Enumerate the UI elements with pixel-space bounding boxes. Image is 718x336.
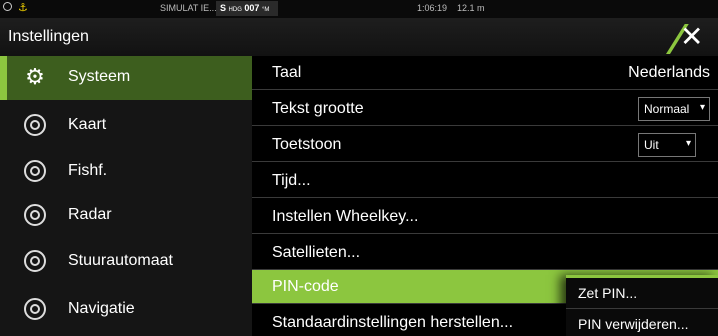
- close-icon: ✕: [680, 21, 704, 52]
- fish-finder-icon: [24, 160, 46, 182]
- sidebar-item-label: Systeem: [68, 68, 131, 85]
- status-bar: ⚓ SIMULAT IE... S HDG 007 °M 1:06:19 12.…: [0, 0, 718, 18]
- chevron-down-icon: ▾: [685, 138, 691, 149]
- setting-label: Toetstoon: [272, 136, 342, 153]
- sidebar-item-radar[interactable]: Radar: [0, 194, 252, 238]
- settings-sidebar: ⚙ Systeem Kaart Fishf. Radar Stuurautoma…: [0, 56, 252, 336]
- dropdown-value: Uit: [644, 138, 659, 152]
- heading-value: 007: [244, 3, 260, 13]
- navigation-compass-icon: [24, 298, 46, 320]
- setting-label: PIN-code: [272, 278, 339, 295]
- chart-globe-icon: [24, 114, 46, 136]
- heading-prefix: S: [220, 3, 227, 13]
- setting-label: Satellieten...: [272, 244, 361, 261]
- setting-row-toetstoon[interactable]: Toetstoon Uit ▾: [252, 128, 718, 162]
- page-title: Instellingen: [8, 28, 89, 45]
- setting-row-satellieten[interactable]: Satellieten...: [252, 236, 718, 270]
- language-value: Nederlands: [628, 64, 710, 81]
- sidebar-item-stuurautomaat[interactable]: Stuurautomaat: [0, 240, 252, 284]
- setting-label: Tekst grootte: [272, 100, 364, 117]
- setting-label: Tijd...: [272, 172, 311, 189]
- chevron-down-icon: ▾: [699, 102, 705, 113]
- sidebar-item-label: Radar: [68, 206, 112, 223]
- sidebar-item-label: Stuurautomaat: [68, 252, 173, 269]
- setting-row-wheelkey[interactable]: Instellen Wheelkey...: [252, 200, 718, 234]
- radar-icon: [24, 204, 46, 226]
- setting-row-tijd[interactable]: Tijd...: [252, 164, 718, 198]
- setting-row-taal[interactable]: Taal Nederlands: [252, 56, 718, 90]
- sidebar-item-fishf[interactable]: Fishf.: [0, 150, 252, 194]
- autopilot-wheel-icon: [24, 250, 46, 272]
- remove-pin-menu-item[interactable]: PIN verwijderen...: [566, 308, 718, 336]
- sidebar-item-label: Fishf.: [68, 162, 108, 179]
- heading-readout: S HDG 007 °M: [216, 1, 278, 16]
- depth-readout: 12.1 m: [457, 3, 485, 13]
- sidebar-item-kaart[interactable]: Kaart: [0, 104, 252, 148]
- anchor-icon: ⚓: [18, 2, 28, 14]
- key-beep-dropdown[interactable]: Uit ▾: [638, 133, 696, 157]
- gps-icon: [3, 2, 12, 11]
- dropdown-value: Normaal: [644, 102, 690, 116]
- sidebar-item-label: Navigatie: [68, 300, 135, 317]
- heading-unit: °M: [261, 7, 270, 13]
- sidebar-item-label: Kaart: [68, 116, 107, 133]
- simulation-indicator: SIMULAT IE...: [160, 3, 217, 13]
- setting-label: Instellen Wheelkey...: [272, 208, 419, 225]
- setting-row-tekst-grootte[interactable]: Tekst grootte Normaal ▾: [252, 92, 718, 126]
- heading-label: HDG: [228, 7, 242, 13]
- clock-time: 1:06:19: [417, 3, 448, 13]
- text-size-dropdown[interactable]: Normaal ▾: [638, 97, 710, 121]
- gear-icon: ⚙: [25, 64, 45, 89]
- set-pin-menu-item[interactable]: Zet PIN...: [566, 278, 718, 306]
- close-button[interactable]: ✕: [666, 21, 710, 54]
- pin-popup-menu: Zet PIN... PIN verwijderen...: [566, 275, 718, 336]
- title-bar: Instellingen ✕: [0, 18, 718, 56]
- sidebar-item-systeem[interactable]: ⚙ Systeem: [0, 56, 252, 100]
- setting-label: Standaardinstellingen herstellen...: [272, 314, 514, 331]
- sidebar-item-navigatie[interactable]: Navigatie: [0, 288, 252, 332]
- setting-label: Taal: [272, 64, 302, 81]
